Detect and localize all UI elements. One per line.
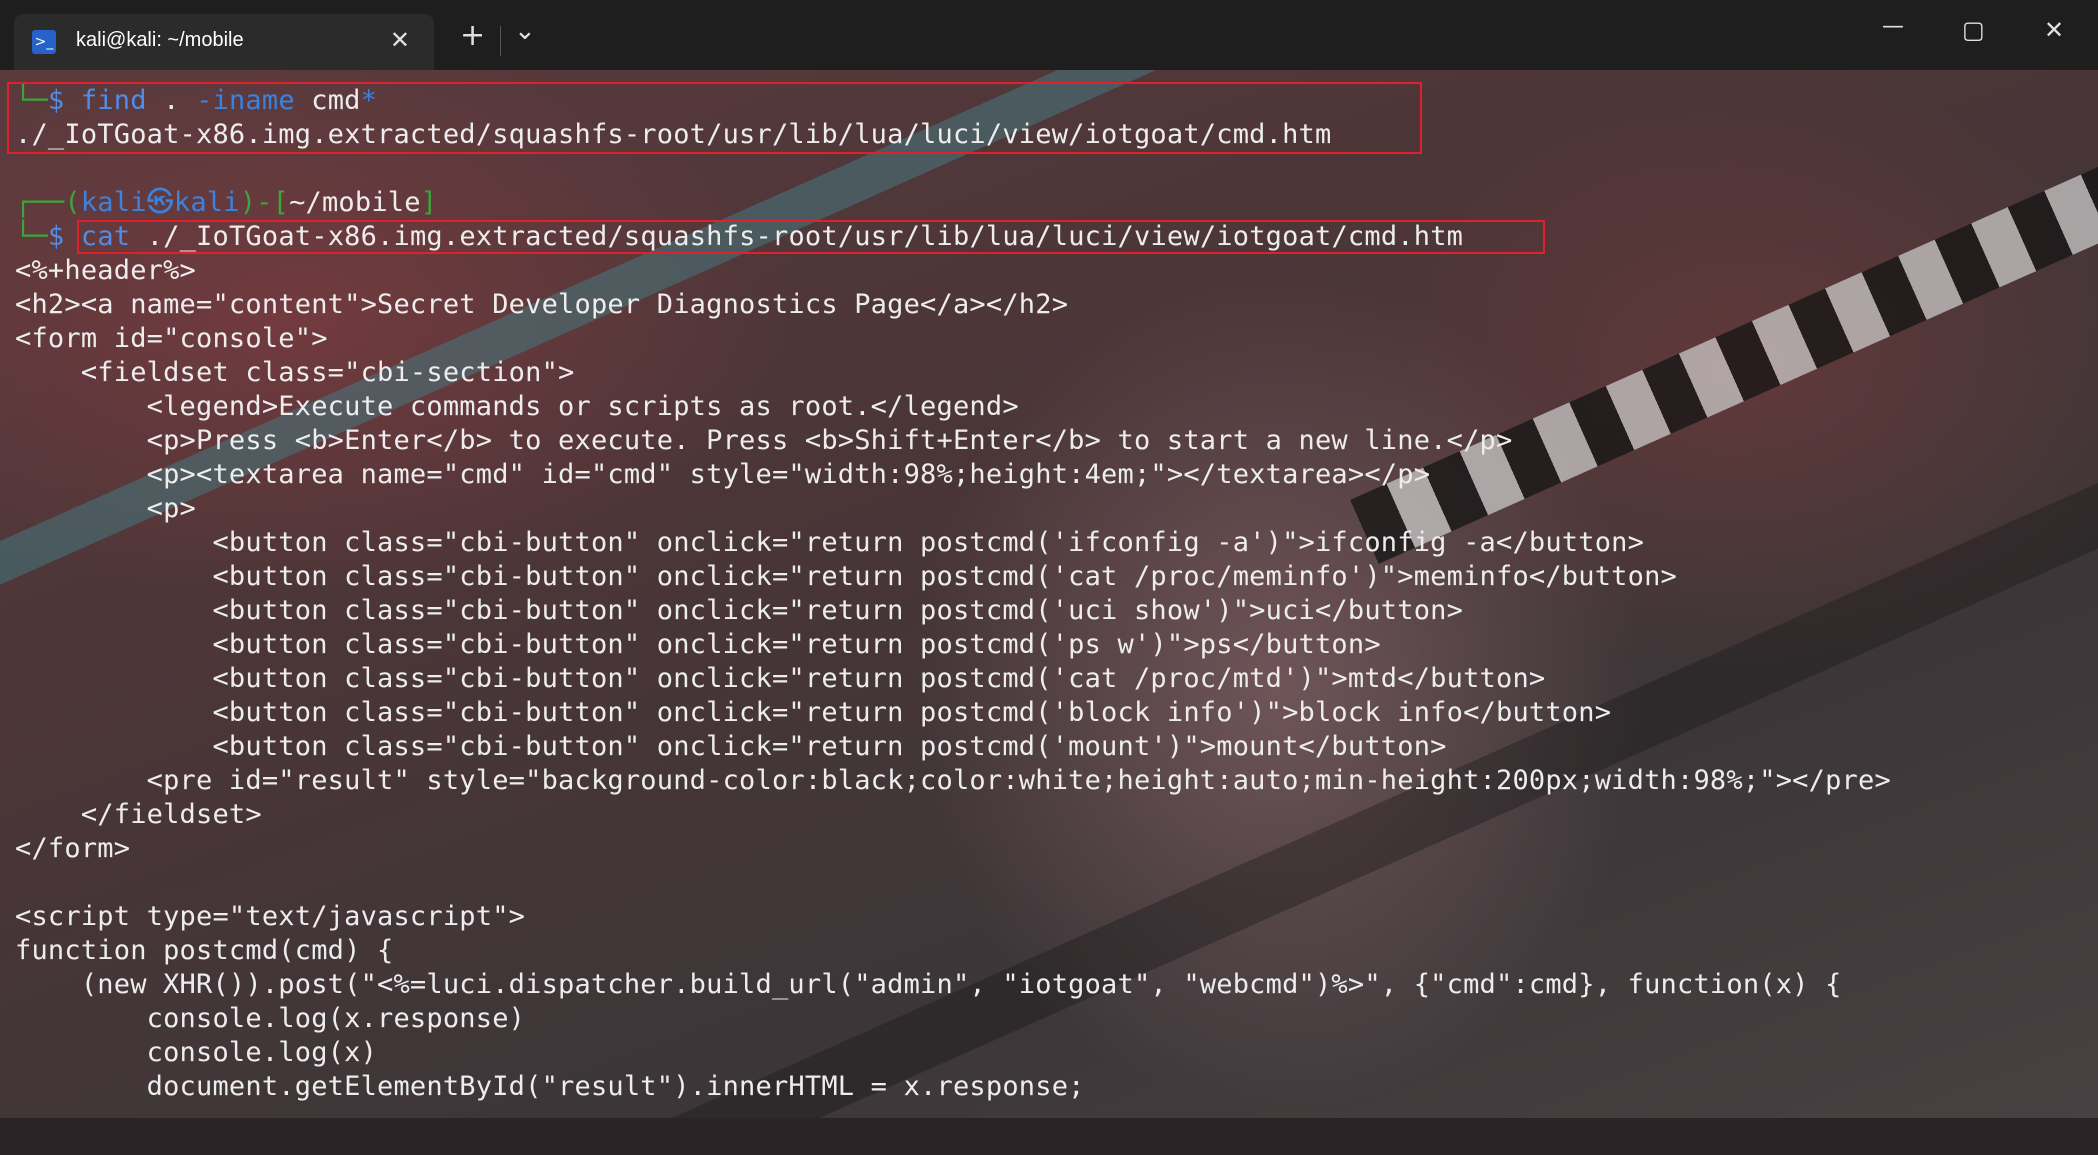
output-line: <legend>Execute commands or scripts as r…	[15, 391, 1019, 422]
find-highlight-box	[7, 82, 1422, 154]
output-line: <h2><a name="content">Secret Developer D…	[15, 289, 1069, 320]
output-line: <button class="cbi-button" onclick="retu…	[15, 527, 1645, 558]
tab-title: kali@kali: ~/mobile	[76, 29, 244, 51]
output-line: <button class="cbi-button" onclick="retu…	[15, 561, 1677, 592]
output-line: </fieldset>	[15, 799, 262, 830]
powershell-icon: >_	[32, 30, 56, 54]
output-line: <pre id="result" style="background-color…	[15, 765, 1891, 796]
maximize-button[interactable]: ▢	[1962, 16, 1985, 44]
output-line: </form>	[15, 833, 131, 864]
title-bar: >_ kali@kali: ~/mobile ✕ + ⌄ — ▢ ✕	[0, 0, 2098, 70]
tab-close-icon[interactable]: ✕	[390, 26, 410, 54]
output-line: <fieldset class="cbi-section">	[15, 357, 575, 388]
terminal-output[interactable]: └─$ find . -iname cmd* ./_IoTGoat-x86.im…	[7, 80, 2075, 1118]
output-line: <button class="cbi-button" onclick="retu…	[15, 629, 1381, 660]
minimize-button[interactable]: —	[1882, 14, 1904, 39]
output-line: <script type="text/javascript">	[15, 901, 526, 932]
output-line: document.getElementById("result").innerH…	[15, 1071, 1085, 1102]
output-line: function postcmd(cmd) {	[15, 935, 394, 966]
output-line: <button class="cbi-button" onclick="retu…	[15, 731, 1447, 762]
output-line: <button class="cbi-button" onclick="retu…	[15, 595, 1464, 626]
output-line: <button class="cbi-button" onclick="retu…	[15, 663, 1546, 694]
output-line: <p><textarea name="cmd" id="cmd" style="…	[15, 459, 1431, 490]
tab-dropdown-button[interactable]: ⌄	[514, 16, 536, 46]
cat-highlight-box	[77, 220, 1545, 254]
output-line: <p>	[15, 493, 197, 524]
output-line: console.log(x)	[15, 1037, 378, 1068]
prompt-line: ┌──(kali㉿kali)-[~/mobile]	[15, 187, 438, 218]
terminal-tab[interactable]: >_ kali@kali: ~/mobile ✕	[14, 14, 434, 70]
output-line: <form id="console">	[15, 323, 328, 354]
output-line: <%+header%>	[15, 255, 197, 286]
tab-separator	[500, 26, 501, 56]
output-line: <p>Press <b>Enter</b> to execute. Press …	[15, 425, 1513, 456]
output-line: console.log(x.response)	[15, 1003, 526, 1034]
output-line: <button class="cbi-button" onclick="retu…	[15, 697, 1612, 728]
new-tab-button[interactable]: +	[460, 18, 485, 53]
output-line: (new XHR()).post("<%=luci.dispatcher.bui…	[15, 969, 1842, 1000]
window-close-button[interactable]: ✕	[2044, 16, 2064, 44]
